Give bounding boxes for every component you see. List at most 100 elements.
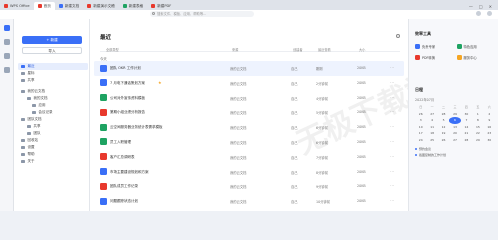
sidebar-item[interactable]: 星标 <box>18 70 88 77</box>
sidebar-item[interactable]: 帮助 <box>18 151 88 158</box>
apps-icon[interactable] <box>3 53 10 59</box>
browser-tab[interactable]: 新建演示文稿 <box>83 2 119 10</box>
more-icon[interactable]: ⋯ <box>390 183 394 188</box>
sidebar-item[interactable]: 共享 <box>18 123 88 130</box>
calendar-day[interactable]: 27 <box>449 137 460 144</box>
calendar-event[interactable]: 预约会议 <box>415 147 495 151</box>
file-name[interactable]: 云空间服务器业务统计表需求模板 <box>110 125 163 130</box>
table-row[interactable]: 客户汇总调研表 我的云文档 自己 7分钟前 20KB ⋯ <box>94 150 404 165</box>
file-size: 20KB <box>357 169 366 174</box>
col-size[interactable]: 大小 <box>359 47 365 52</box>
calendar-day[interactable]: 29 <box>472 137 483 144</box>
new-button[interactable]: + 新建 <box>22 36 82 44</box>
col-owner[interactable]: 创建者 <box>293 47 303 52</box>
file-location: 我的云文档 <box>230 111 247 116</box>
file-location: 我的云文档 <box>230 67 247 71</box>
sidebar-item[interactable]: 团队文档 <box>18 116 88 123</box>
home-icon[interactable] <box>3 25 10 31</box>
search-input[interactable]: 搜索文件、模板、应用、帮助等... <box>150 11 254 17</box>
app-icon <box>87 4 92 8</box>
sidebar-item[interactable]: 我的云文档 <box>18 88 88 95</box>
more-icon[interactable]: ⋯ <box>390 169 394 174</box>
calendar-day[interactable]: 24 <box>415 137 426 144</box>
browser-tab[interactable]: 首页 <box>33 2 55 10</box>
file-name[interactable]: 团队成员工作记录 <box>110 184 138 189</box>
col-time[interactable]: 最近查看 <box>318 47 331 52</box>
docs-icon[interactable] <box>3 39 10 45</box>
nav-icon <box>21 145 25 150</box>
calendar-event[interactable]: 截图复制的工作计划 <box>415 153 495 157</box>
tab-label: 新建PDF <box>157 3 172 8</box>
sidebar-item[interactable]: 关于 <box>18 158 88 165</box>
search-icon <box>152 12 156 16</box>
tool-label: 负责专家 <box>422 45 436 49</box>
calendar-icon[interactable] <box>3 67 10 73</box>
file-icon <box>100 182 107 190</box>
browser-tab[interactable]: 新建表格 <box>119 2 147 10</box>
file-name[interactable]: 第期小组业绩分析报告 <box>110 110 145 115</box>
sidebar-item[interactable]: 应用 <box>18 102 88 109</box>
browser-tab[interactable]: 新建PDF <box>147 2 175 10</box>
gear-icon[interactable] <box>396 34 400 38</box>
avatar[interactable] <box>487 11 492 16</box>
sidebar-item-label: 我的文档 <box>33 96 48 100</box>
table-row[interactable]: 团队 OKR 工作计划 我的云文档 自己 刚刚 20KB ⋯ <box>94 61 404 76</box>
table-row[interactable]: 团队成员工作记录 我的云文档 自己 9分钟前 20KB ⋯ <box>94 179 404 194</box>
nav-icon <box>21 138 25 143</box>
sidebar-item[interactable]: 团队 <box>18 130 88 137</box>
right-panel: 效率工具 负责专家 特色应用 PDF转换 服务中心 日程 2022年07月 日一二三四… <box>408 19 498 211</box>
tool-item[interactable]: 负责专家 <box>415 43 454 50</box>
calendar-day[interactable]: 30 <box>484 137 495 144</box>
file-name[interactable]: 员工入职管理 <box>110 140 131 145</box>
more-icon[interactable]: ⋯ <box>390 65 394 70</box>
tool-item[interactable]: 服务中心 <box>456 54 496 61</box>
more-icon[interactable]: ⋯ <box>390 198 394 203</box>
nav-icon <box>27 124 31 129</box>
browser-tab[interactable]: WPS Office <box>0 2 34 10</box>
table-row[interactable]: 问题跟踪状态计划 我的云文档 自己 10分钟前 20KB ⋯ <box>94 194 404 209</box>
sidebar-item[interactable]: 会议记录 <box>18 109 88 116</box>
sidebar-item-label: 应用 <box>38 103 46 107</box>
file-name[interactable]: 7 月电下通话策划方案 <box>110 81 145 86</box>
file-name[interactable]: 客户汇总调研表 <box>110 155 135 160</box>
tab-label: 新建文档 <box>64 3 80 8</box>
sidebar-item[interactable]: 最近 <box>18 63 88 70</box>
import-button[interactable]: 导入 <box>22 47 82 54</box>
nav-icon <box>21 152 25 157</box>
sidebar-item-label: 关于 <box>27 159 35 163</box>
nav-icon <box>32 103 36 108</box>
star-icon[interactable]: ★ <box>158 80 162 85</box>
file-name[interactable]: 市场主要建设规划和方案 <box>110 170 149 175</box>
more-icon[interactable]: ⋯ <box>390 139 394 144</box>
table-row[interactable]: 市场主要建设规划和方案 我的云文档 自己 8分钟前 20KB ⋯ <box>94 165 404 180</box>
calendar-day[interactable]: 25 <box>426 137 437 144</box>
maximize-icon[interactable]: □ <box>479 4 483 9</box>
sidebar-item[interactable]: 共享 <box>18 77 88 84</box>
file-icon <box>100 79 107 87</box>
file-name[interactable]: 团队 OKR 工作计划 <box>110 66 141 71</box>
calendar-day[interactable]: 28 <box>461 137 472 144</box>
browser-tab[interactable]: 新建文档 <box>55 2 83 10</box>
tool-item[interactable]: PDF转换 <box>415 54 454 61</box>
app-icon <box>122 4 127 8</box>
page-title: 最近 <box>100 35 112 41</box>
col-type[interactable]: 全部类型 <box>106 47 119 52</box>
file-icon <box>100 197 107 205</box>
file-name[interactable]: 公司对外宣传资料模板 <box>110 96 145 101</box>
notification-icon[interactable] <box>476 11 481 16</box>
app-icon <box>58 4 63 8</box>
file-time: 2分钟前 <box>316 81 328 86</box>
more-icon[interactable]: ⋯ <box>390 124 394 129</box>
tool-item[interactable]: 特色应用 <box>456 43 496 50</box>
sidebar-item[interactable]: 设置 <box>18 144 88 151</box>
sidebar-item[interactable]: 回收站 <box>18 137 88 144</box>
table-row[interactable]: 7 月电下通话策划方案 ★ 我的云文档 自己 2分钟前 20KB ⋯ <box>94 76 404 91</box>
col-location[interactable]: 来源 <box>232 47 238 52</box>
file-name[interactable]: 问题跟踪状态计划 <box>110 199 138 204</box>
more-icon[interactable]: ⋯ <box>390 154 394 159</box>
sidebar-item[interactable]: 我的文档 <box>18 95 88 102</box>
calendar-day[interactable]: 26 <box>438 137 449 144</box>
close-icon[interactable]: ✕ <box>489 4 492 9</box>
tool-icon <box>456 44 462 49</box>
minimize-icon[interactable]: — <box>469 4 473 9</box>
